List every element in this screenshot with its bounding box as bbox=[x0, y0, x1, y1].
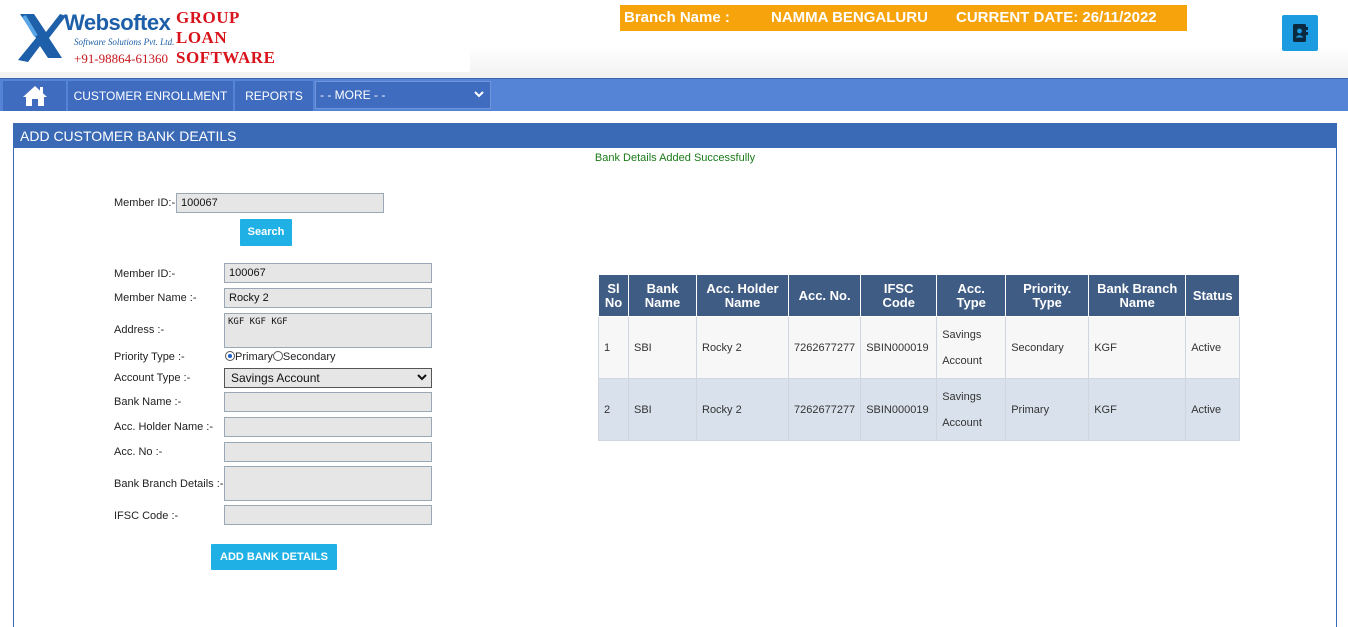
cell-holder-name: Rocky 2 bbox=[696, 316, 789, 379]
cell-ifsc: SBIN000019 bbox=[860, 316, 938, 379]
bank-name-label: Bank Name :- bbox=[114, 396, 182, 408]
product-line-2: LOAN bbox=[176, 28, 228, 47]
col-ifsc: IFSC Code bbox=[860, 274, 938, 317]
account-type-select[interactable]: Savings Account bbox=[224, 368, 432, 388]
acc-no-label: Acc. No :- bbox=[114, 446, 163, 458]
priority-secondary-label: Secondary bbox=[282, 351, 336, 363]
col-sl-no: Sl No bbox=[598, 274, 629, 317]
branch-value: NAMMA BENGALURU bbox=[771, 9, 928, 26]
bank-details-panel: ADD CUSTOMER BANK DEATILS Bank Details A… bbox=[13, 123, 1337, 627]
brand-tagline: Software Solutions Pvt. Ltd. bbox=[74, 37, 175, 47]
cell-status: Active bbox=[1185, 316, 1241, 379]
cell-branch-name: KGF bbox=[1088, 316, 1187, 379]
more-menu-select[interactable]: - - MORE - - bbox=[315, 81, 491, 109]
cell-ifsc: SBIN000019 bbox=[860, 378, 938, 441]
product-name: GROUP LOAN SOFTWARE bbox=[176, 8, 275, 68]
cell-status: Active bbox=[1185, 378, 1241, 441]
branch-label: Branch Name : bbox=[624, 9, 730, 26]
account-type-value: Savings Account bbox=[231, 371, 320, 385]
bank-name-field[interactable] bbox=[224, 392, 432, 412]
search-member-id-input[interactable]: 100067 bbox=[176, 193, 384, 213]
table-row: 1 SBI Rocky 2 7262677277 SBIN000019 Savi… bbox=[598, 316, 1241, 379]
contact-book-icon bbox=[1293, 24, 1308, 42]
branch-details-field[interactable] bbox=[224, 466, 432, 501]
websoftex-logo-mark bbox=[18, 14, 66, 62]
branch-details-label: Bank Branch Details :- bbox=[114, 478, 224, 490]
cell-bank-name: SBI bbox=[628, 378, 697, 441]
cell-acc-no: 7262677277 bbox=[787, 316, 862, 379]
bank-details-table: Sl No Bank Name Acc. Holder Name Acc. No… bbox=[598, 274, 1241, 441]
success-message: Bank Details Added Successfully bbox=[594, 152, 756, 164]
address-field[interactable]: KGF KGF KGF bbox=[224, 313, 432, 348]
priority-type-group: Primary Secondary bbox=[225, 351, 335, 363]
current-date: CURRENT DATE: 26/11/2022 bbox=[956, 9, 1157, 26]
brand-phone: +91-98864-61360 bbox=[74, 51, 168, 66]
search-button[interactable]: Search bbox=[240, 219, 292, 246]
holder-name-label: Acc. Holder Name :- bbox=[114, 421, 214, 433]
nav-home[interactable] bbox=[3, 81, 66, 111]
cell-acc-no: 7262677277 bbox=[787, 378, 862, 441]
priority-primary-label: Primary bbox=[235, 351, 273, 363]
col-branch-name: Bank Branch Name bbox=[1088, 274, 1187, 317]
search-member-id-label: Member ID:- bbox=[114, 197, 176, 209]
member-name-field[interactable]: Rocky 2 bbox=[224, 288, 432, 308]
cell-priority-type: Primary bbox=[1005, 378, 1090, 441]
address-label: Address :- bbox=[114, 324, 165, 336]
col-acc-type: Acc. Type bbox=[936, 274, 1007, 317]
main-nav: CUSTOMER ENROLLMENT REPORTS - - MORE - - bbox=[0, 78, 1348, 111]
brand-name: Websoftex bbox=[64, 10, 171, 35]
nav-reports[interactable]: REPORTS bbox=[235, 81, 313, 111]
cell-sl-no: 2 bbox=[598, 378, 629, 441]
priority-type-label: Priority Type :- bbox=[114, 351, 185, 363]
table-row: 2 SBI Rocky 2 7262677277 SBIN000019 Savi… bbox=[598, 378, 1241, 441]
table-header-row: Sl No Bank Name Acc. Holder Name Acc. No… bbox=[598, 274, 1241, 317]
member-name-label: Member Name :- bbox=[114, 292, 197, 304]
col-priority-type: Priority. Type bbox=[1005, 274, 1090, 317]
col-holder-name: Acc. Holder Name bbox=[696, 274, 789, 317]
col-bank-name: Bank Name bbox=[628, 274, 697, 317]
panel-title: ADD CUSTOMER BANK DEATILS bbox=[14, 124, 1336, 148]
company-logo: Websoftex Software Solutions Pvt. Ltd. +… bbox=[0, 0, 470, 72]
col-acc-no: Acc. No. bbox=[787, 274, 862, 317]
profile-button[interactable] bbox=[1282, 15, 1318, 51]
product-line-1: GROUP bbox=[176, 8, 240, 27]
account-type-label: Account Type :- bbox=[114, 372, 191, 384]
cell-bank-name: SBI bbox=[628, 316, 697, 379]
col-status: Status bbox=[1185, 274, 1241, 317]
cell-acc-type: Savings Account bbox=[936, 316, 1007, 379]
cell-priority-type: Secondary bbox=[1005, 316, 1090, 379]
chevron-down-icon bbox=[474, 82, 484, 117]
app-header: Websoftex Software Solutions Pvt. Ltd. +… bbox=[0, 0, 1348, 78]
more-menu-label: - - MORE - - bbox=[320, 88, 386, 102]
holder-name-field[interactable] bbox=[224, 417, 432, 437]
priority-primary-radio[interactable] bbox=[225, 351, 235, 361]
ifsc-field[interactable] bbox=[224, 505, 432, 525]
nav-customer-enrollment[interactable]: CUSTOMER ENROLLMENT bbox=[68, 81, 233, 111]
priority-secondary-radio[interactable] bbox=[272, 351, 283, 361]
ifsc-label: IFSC Code :- bbox=[114, 510, 179, 522]
acc-no-field[interactable] bbox=[224, 442, 432, 462]
cell-holder-name: Rocky 2 bbox=[696, 378, 789, 441]
branch-info-bar: Branch Name : NAMMA BENGALURU CURRENT DA… bbox=[620, 5, 1187, 31]
product-line-3: SOFTWARE bbox=[176, 48, 276, 67]
member-id-label: Member ID:- bbox=[114, 268, 176, 280]
cell-acc-type: Savings Account bbox=[936, 378, 1007, 441]
chevron-down-icon bbox=[417, 369, 427, 394]
add-bank-details-button[interactable]: ADD BANK DETAILS bbox=[211, 544, 337, 570]
cell-sl-no: 1 bbox=[598, 316, 629, 379]
cell-branch-name: KGF bbox=[1088, 378, 1187, 441]
home-icon bbox=[22, 86, 47, 106]
member-id-field[interactable]: 100067 bbox=[224, 263, 432, 283]
